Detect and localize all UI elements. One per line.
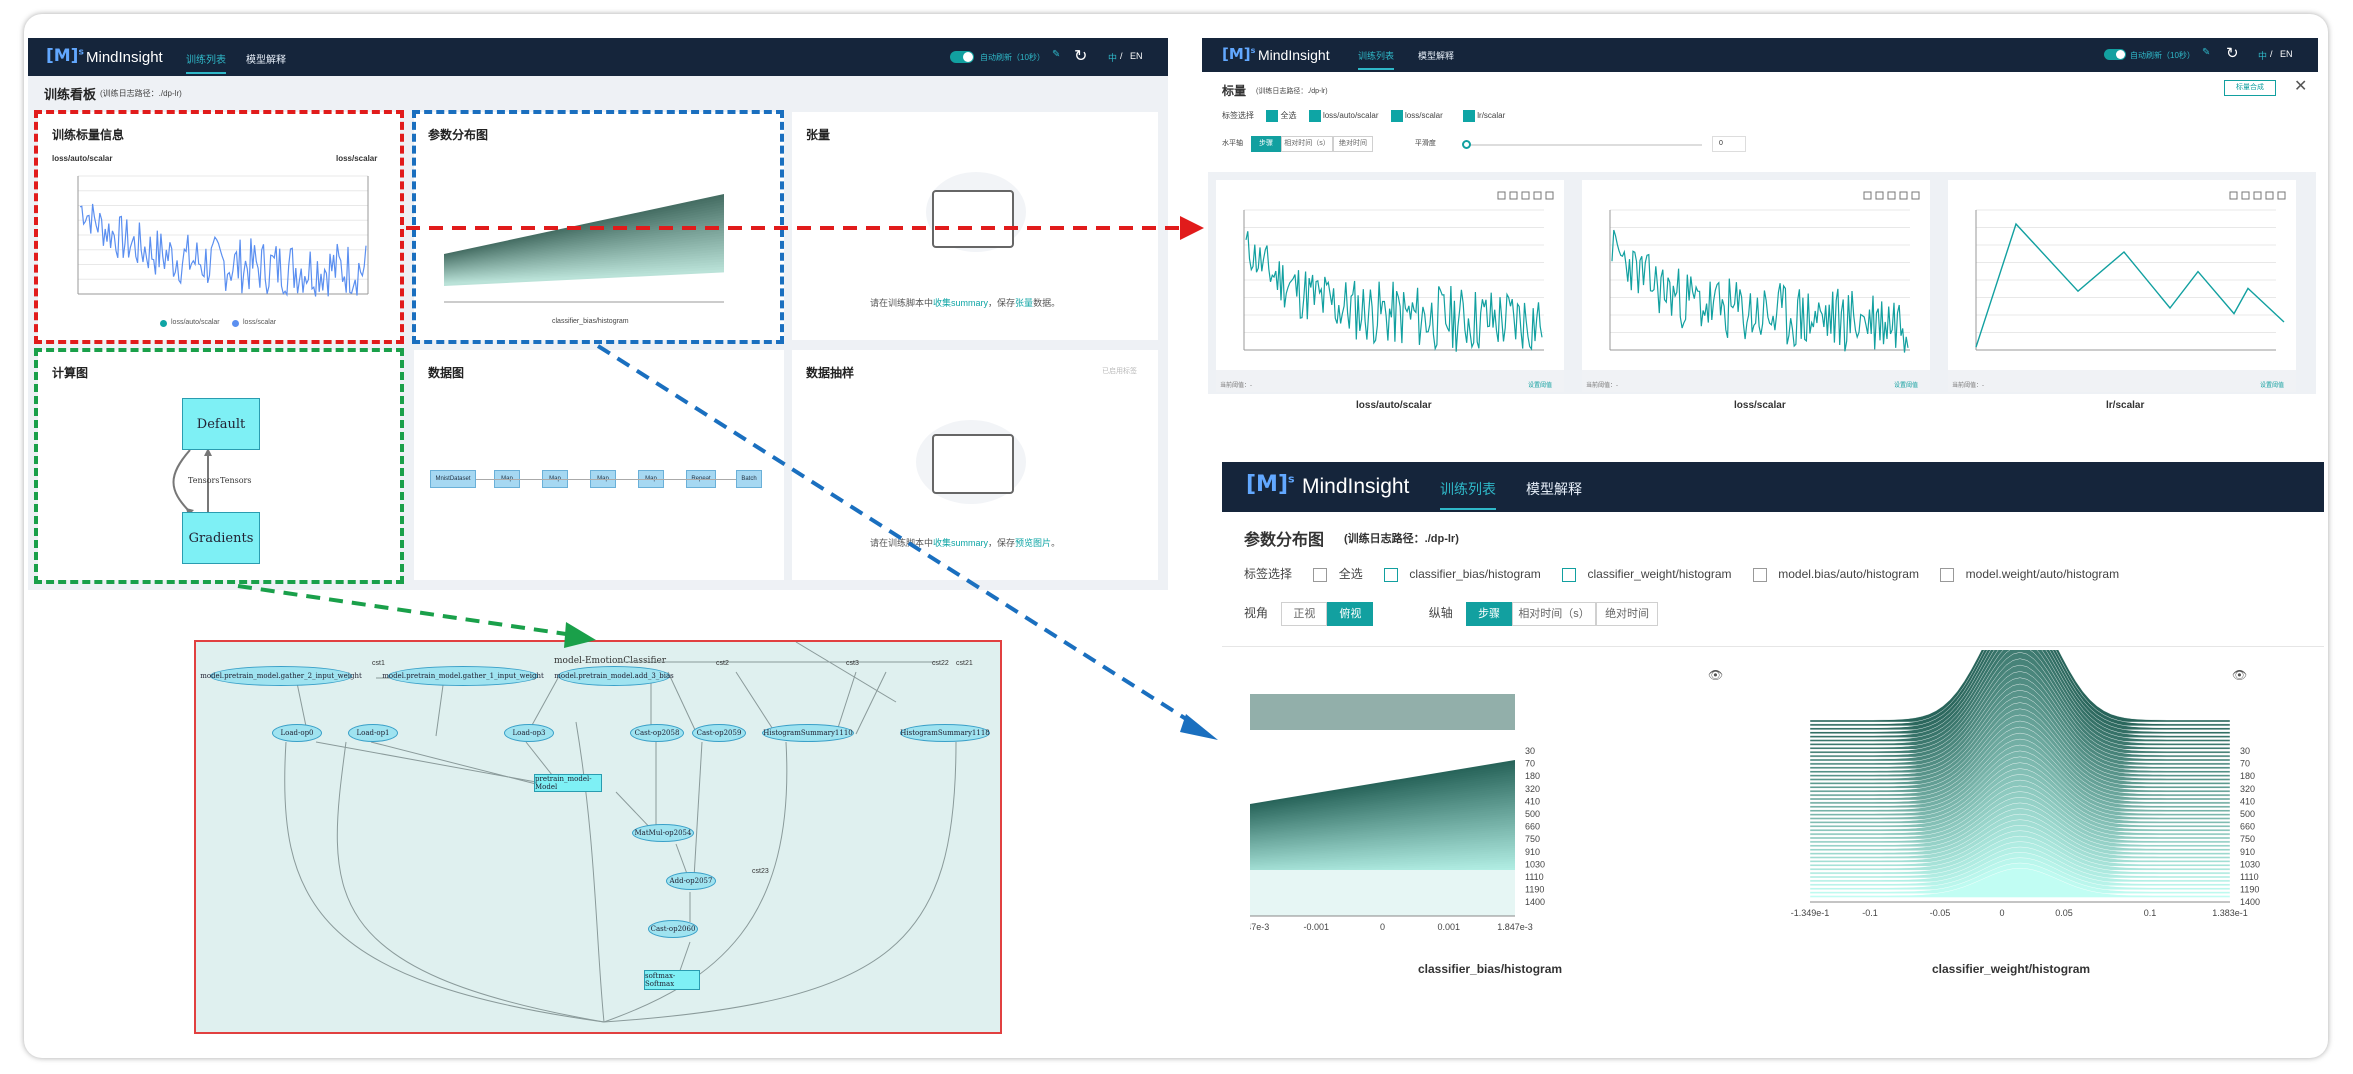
annotation-arrows (237, 216, 1218, 740)
blue-arrowhead (1180, 714, 1218, 740)
blue-arrow (596, 344, 1196, 726)
green-arrowhead (564, 622, 596, 648)
green-arrow (237, 584, 567, 636)
red-arrowhead (1180, 216, 1204, 240)
